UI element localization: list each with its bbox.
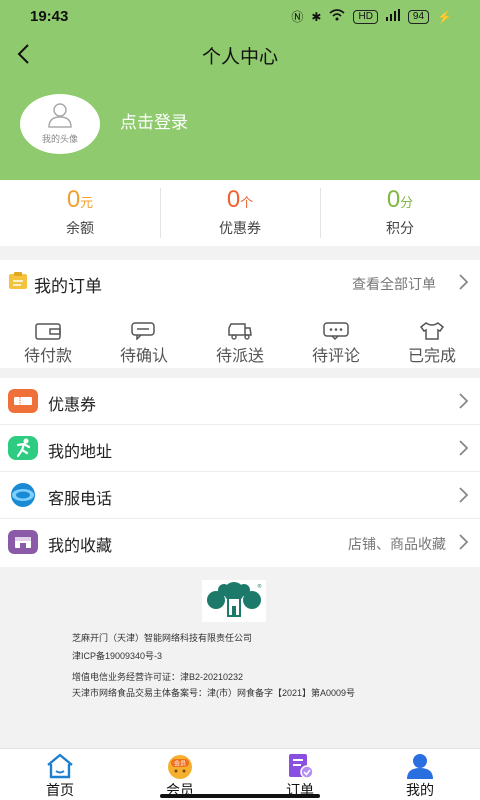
order-status-label: 待付款 xyxy=(23,346,72,365)
orders-section: 我的订单 查看全部订单 待付款 待确认 待派送 待评论 已完成 xyxy=(0,260,480,368)
stat-value: 0 xyxy=(226,186,241,213)
tab-member[interactable]: 会员 会员 xyxy=(120,749,240,800)
stat-coupons[interactable]: 0个 优惠券 xyxy=(160,180,320,246)
tab-label: 首页 xyxy=(46,783,74,799)
order-icon xyxy=(289,754,314,779)
store-icon xyxy=(8,530,38,554)
menu-item-label: 我的收藏 xyxy=(48,536,113,555)
tab-home[interactable]: 首页 xyxy=(0,749,120,800)
nfc-icon: Ⓝ xyxy=(291,10,304,24)
icp-record[interactable]: 津ICP备19009340号-3 xyxy=(72,649,162,662)
chevron-right-icon xyxy=(459,274,469,290)
login-link[interactable]: 点击登录 xyxy=(120,108,188,133)
stat-value-row: 0元 xyxy=(0,186,160,214)
member-icon: 会员 xyxy=(168,755,192,779)
tab-mine[interactable]: 我的 xyxy=(360,749,480,800)
view-all-orders-link[interactable]: 查看全部订单 xyxy=(352,274,436,294)
runner-icon xyxy=(8,436,38,460)
chevron-right-icon xyxy=(459,393,469,409)
stat-balance[interactable]: 0元 余额 xyxy=(0,180,160,246)
chevron-right-icon xyxy=(459,487,469,503)
order-status-pending-delivery[interactable]: 待派送 xyxy=(192,322,288,366)
battery-indicator: 94 xyxy=(407,9,430,24)
hd-badge: HD xyxy=(353,9,378,24)
food-trade-record: 天津市网络食品交易主体备案号：津(市）网食备字【2021】第A0009号 xyxy=(72,688,356,698)
stat-value: 0 xyxy=(386,186,401,213)
chevron-right-icon xyxy=(459,440,469,456)
stat-label: 余额 xyxy=(66,221,94,237)
charging-icon: ⚡ xyxy=(437,9,452,24)
page-title: 个人中心 xyxy=(201,46,278,68)
bluetooth-icon: ✱ xyxy=(311,9,322,24)
comment-icon xyxy=(323,322,349,340)
order-status-label: 待派送 xyxy=(215,346,264,365)
stat-value: 0 xyxy=(66,186,81,213)
truck-icon xyxy=(228,323,252,340)
stat-value-row: 0分 xyxy=(320,186,480,214)
order-status-pending-payment[interactable]: 待付款 xyxy=(0,322,96,366)
menu-item-hint: 店铺、商品收藏 xyxy=(348,537,446,553)
orders-title: 我的订单 xyxy=(34,277,102,297)
status-icons: Ⓝ ✱ HD 94 ⚡ xyxy=(291,8,452,25)
stat-unit: 元 xyxy=(80,196,94,211)
headset-icon xyxy=(11,483,35,507)
chevron-right-icon xyxy=(459,534,469,550)
stat-label: 积分 xyxy=(386,221,414,237)
stat-unit: 个 xyxy=(240,196,254,211)
home-icon xyxy=(47,753,73,779)
company-name: 芝麻开门（天津）智能网络科技有限责任公司 xyxy=(72,633,253,643)
order-status-label: 已完成 xyxy=(407,346,456,365)
user-icon xyxy=(407,754,433,779)
stat-points[interactable]: 0分 积分 xyxy=(320,180,480,246)
profile-header: 个人中心 我的头像 点击登录 xyxy=(0,34,480,180)
menu-list: 优惠券 我的地址 客服电话 我的收藏 店铺、商品收藏 xyxy=(0,378,480,567)
company-footer: ® 芝麻开门（天津）智能网络科技有限责任公司 津ICP备19009340号-3 … xyxy=(0,568,480,748)
menu-item-favorites[interactable]: 我的收藏 店铺、商品收藏 xyxy=(0,519,480,567)
telecom-license: 增值电信业务经营许可证：津B2-20210232 xyxy=(72,672,244,682)
order-status-pending-confirm[interactable]: 待确认 xyxy=(96,322,192,366)
svg-text:®: ® xyxy=(257,583,262,590)
menu-item-address[interactable]: 我的地址 xyxy=(0,425,480,472)
menu-item-coupons[interactable]: 优惠券 xyxy=(0,378,480,425)
menu-item-label: 我的地址 xyxy=(48,442,113,461)
avatar[interactable]: 我的头像 xyxy=(20,94,100,154)
status-bar: 19:43 Ⓝ ✱ HD 94 ⚡ xyxy=(0,0,480,34)
avatar-label: 我的头像 xyxy=(41,135,78,145)
wallet-icon xyxy=(35,323,61,340)
stat-label: 优惠券 xyxy=(219,221,261,237)
status-time: 19:43 xyxy=(30,8,69,25)
member-badge-text: 会员 xyxy=(174,760,186,768)
wifi-icon xyxy=(329,9,345,24)
account-stats: 0元 余额 0个 优惠券 0分 积分 xyxy=(0,180,480,246)
shirt-icon xyxy=(419,322,445,340)
order-status-completed[interactable]: 已完成 xyxy=(384,322,480,366)
order-status-label: 待评论 xyxy=(311,346,360,365)
menu-item-label: 优惠券 xyxy=(48,395,97,414)
tree-logo-icon: ® xyxy=(207,582,262,617)
tab-label: 我的 xyxy=(406,783,434,799)
stat-value-row: 0个 xyxy=(160,186,320,214)
company-logo: ® xyxy=(202,580,266,622)
signal-icon xyxy=(385,9,400,24)
order-status-pending-review[interactable]: 待评论 xyxy=(288,322,384,366)
order-status-label: 待确认 xyxy=(119,346,168,365)
stat-unit: 分 xyxy=(400,196,414,211)
menu-item-label: 客服电话 xyxy=(48,489,113,508)
chat-icon xyxy=(131,322,155,340)
menu-item-customer-service[interactable]: 客服电话 xyxy=(0,472,480,519)
orders-header[interactable]: 我的订单 查看全部订单 xyxy=(0,260,480,304)
home-indicator xyxy=(160,794,320,798)
tab-orders[interactable]: 订单 xyxy=(240,749,360,800)
bottom-tab-bar: 首页 会员 会员 订单 我的 xyxy=(0,748,480,800)
coupon-icon xyxy=(8,389,38,413)
person-icon xyxy=(48,103,72,128)
clipboard-icon xyxy=(9,272,27,289)
